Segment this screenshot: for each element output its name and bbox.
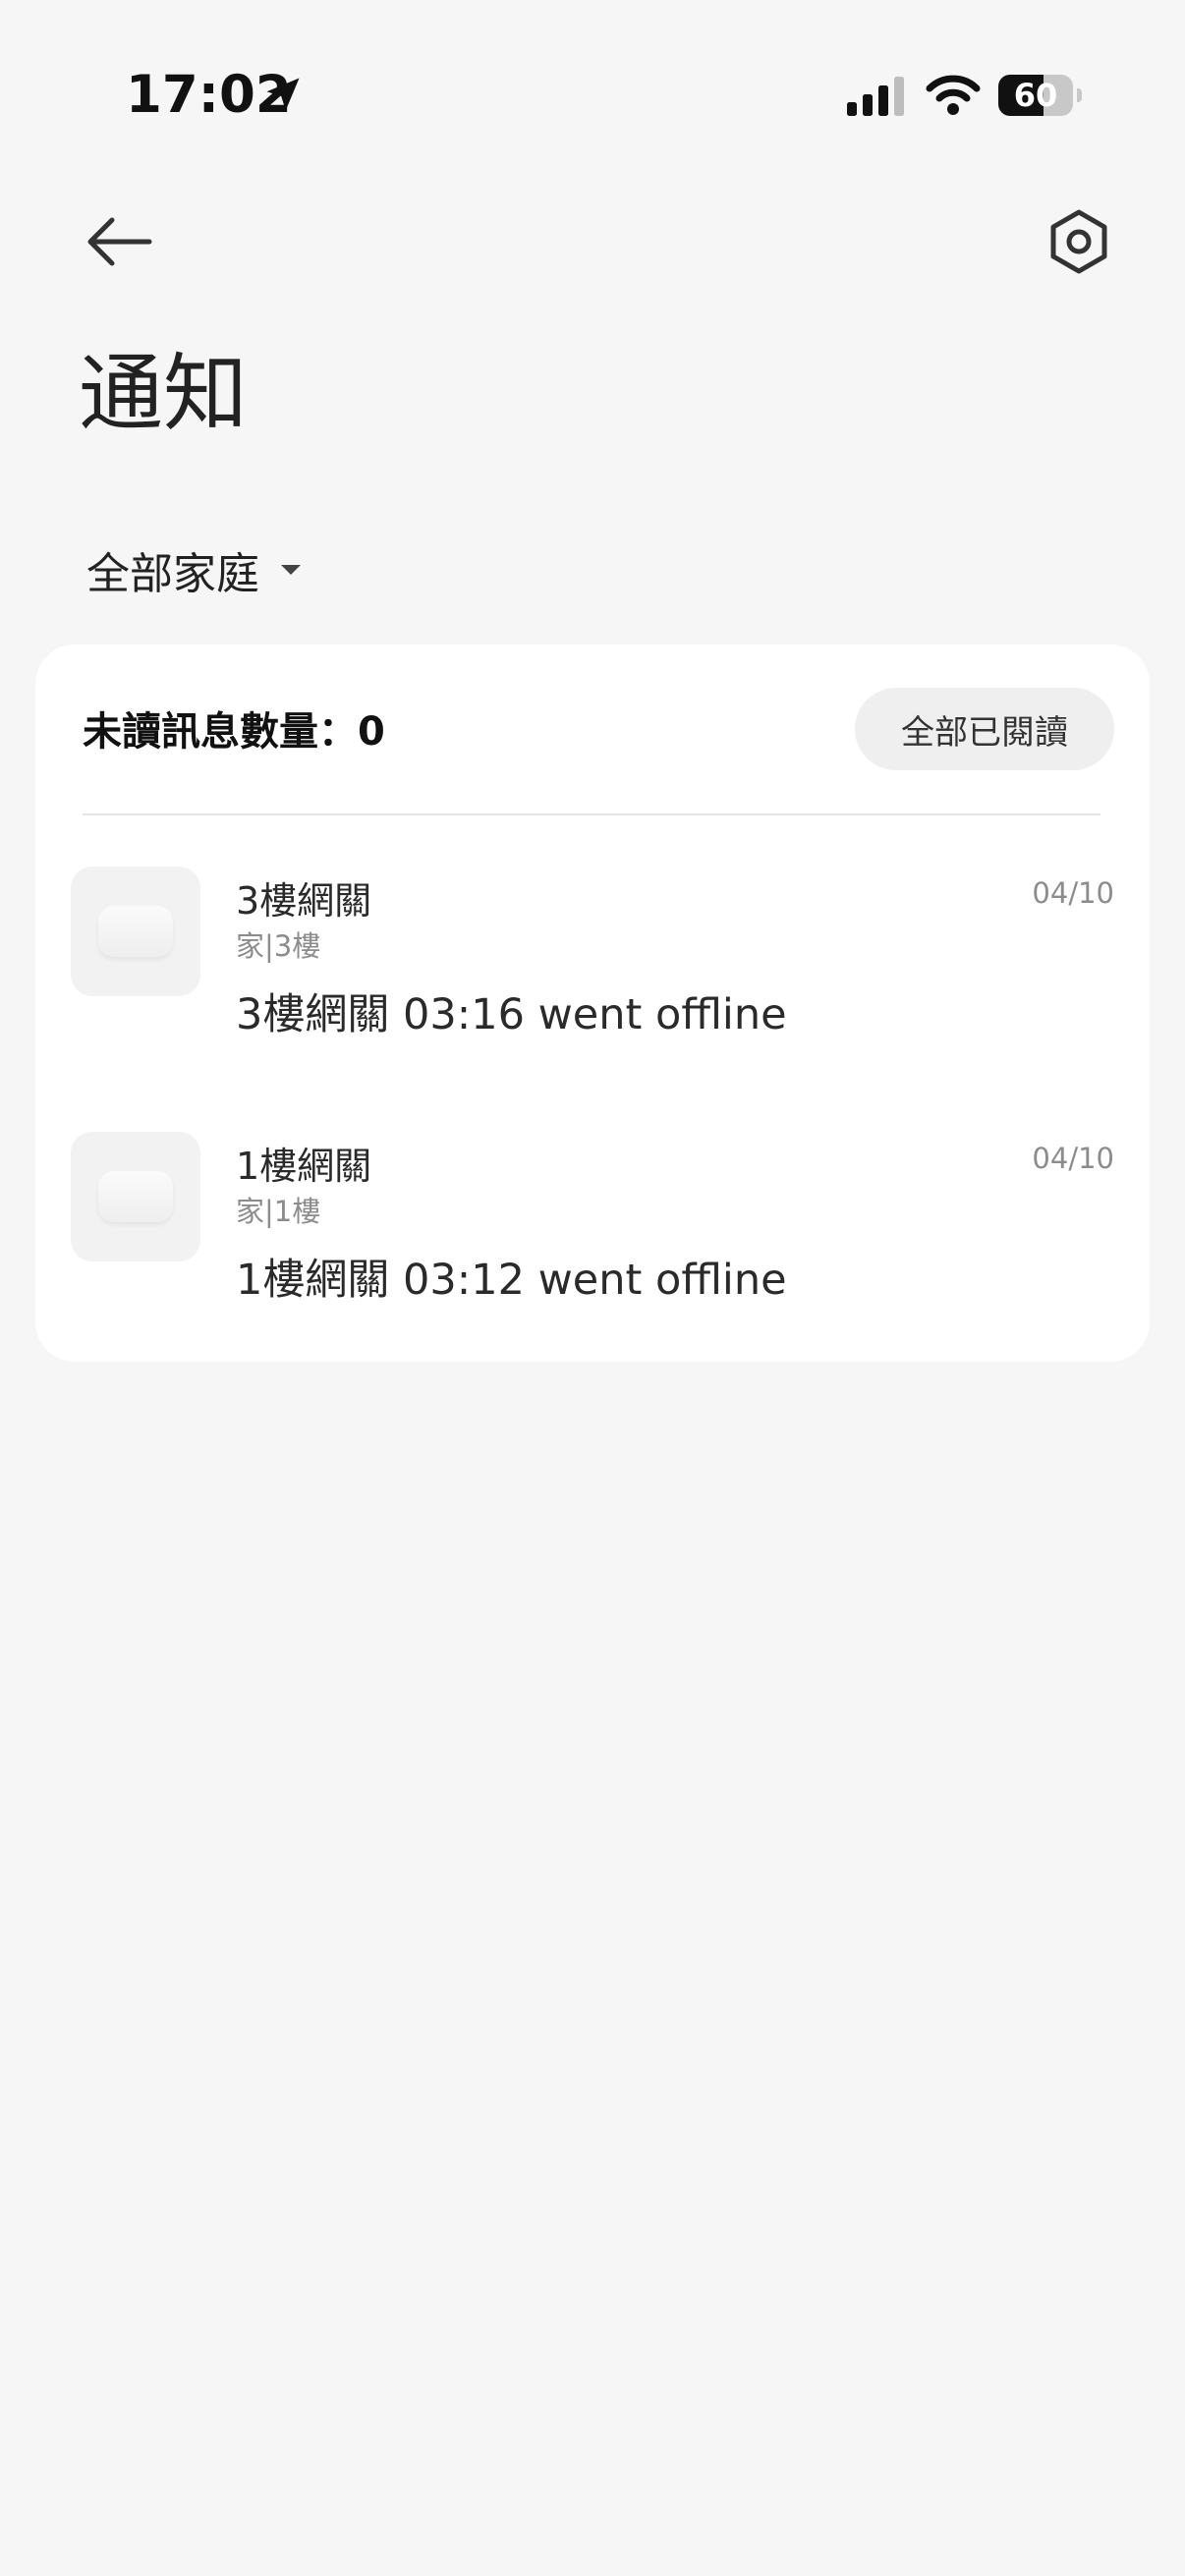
battery-tip [1077, 88, 1082, 102]
arrow-left-icon [87, 217, 152, 266]
notification-message: 3樓網關 03:16 went offline [236, 990, 787, 1039]
notification-item[interactable]: 1樓網關 家|1樓 04/10 1樓網關 03:12 went offline [35, 1132, 1150, 1387]
status-bar: 17:02 60 [0, 0, 1185, 196]
cellular-signal-icon [847, 77, 904, 116]
device-thumbnail [71, 1132, 200, 1261]
back-button[interactable] [75, 202, 163, 281]
gateway-device-image [98, 906, 173, 957]
home-filter-dropdown[interactable]: 全部家庭 [86, 531, 303, 609]
notification-date: 04/10 [1032, 1142, 1114, 1175]
location-arrow-icon [266, 78, 300, 111]
page-title: 通知 [79, 345, 248, 443]
mark-all-read-button[interactable]: 全部已閱讀 [855, 688, 1114, 770]
battery-indicator: 60 [998, 75, 1082, 116]
battery-body: 60 [998, 75, 1073, 116]
divider [83, 813, 1100, 815]
notification-card: 未讀訊息數量：0 全部已閱讀 3樓網關 家|3樓 04/10 3樓網關 03:1… [35, 644, 1150, 1362]
notification-date: 04/10 [1032, 876, 1114, 910]
caret-down-icon [281, 565, 301, 575]
notification-item[interactable]: 3樓網關 家|3樓 04/10 3樓網關 03:16 went offline [35, 867, 1150, 1122]
gateway-device-image [98, 1171, 173, 1222]
notification-device-name: 3樓網關 [236, 879, 372, 923]
unread-count-label: 未讀訊息數量：0 [83, 709, 385, 755]
notification-message: 1樓網關 03:12 went offline [236, 1256, 787, 1305]
hexagon-gear-icon [1050, 209, 1107, 274]
settings-button[interactable] [1040, 202, 1118, 281]
device-thumbnail [71, 867, 200, 996]
wifi-icon [926, 75, 981, 115]
notification-location: 家|3樓 [236, 929, 321, 963]
home-filter-label: 全部家庭 [86, 549, 259, 599]
notification-location: 家|1樓 [236, 1195, 321, 1228]
notification-device-name: 1樓網關 [236, 1145, 372, 1188]
battery-percent: 60 [1013, 77, 1058, 114]
